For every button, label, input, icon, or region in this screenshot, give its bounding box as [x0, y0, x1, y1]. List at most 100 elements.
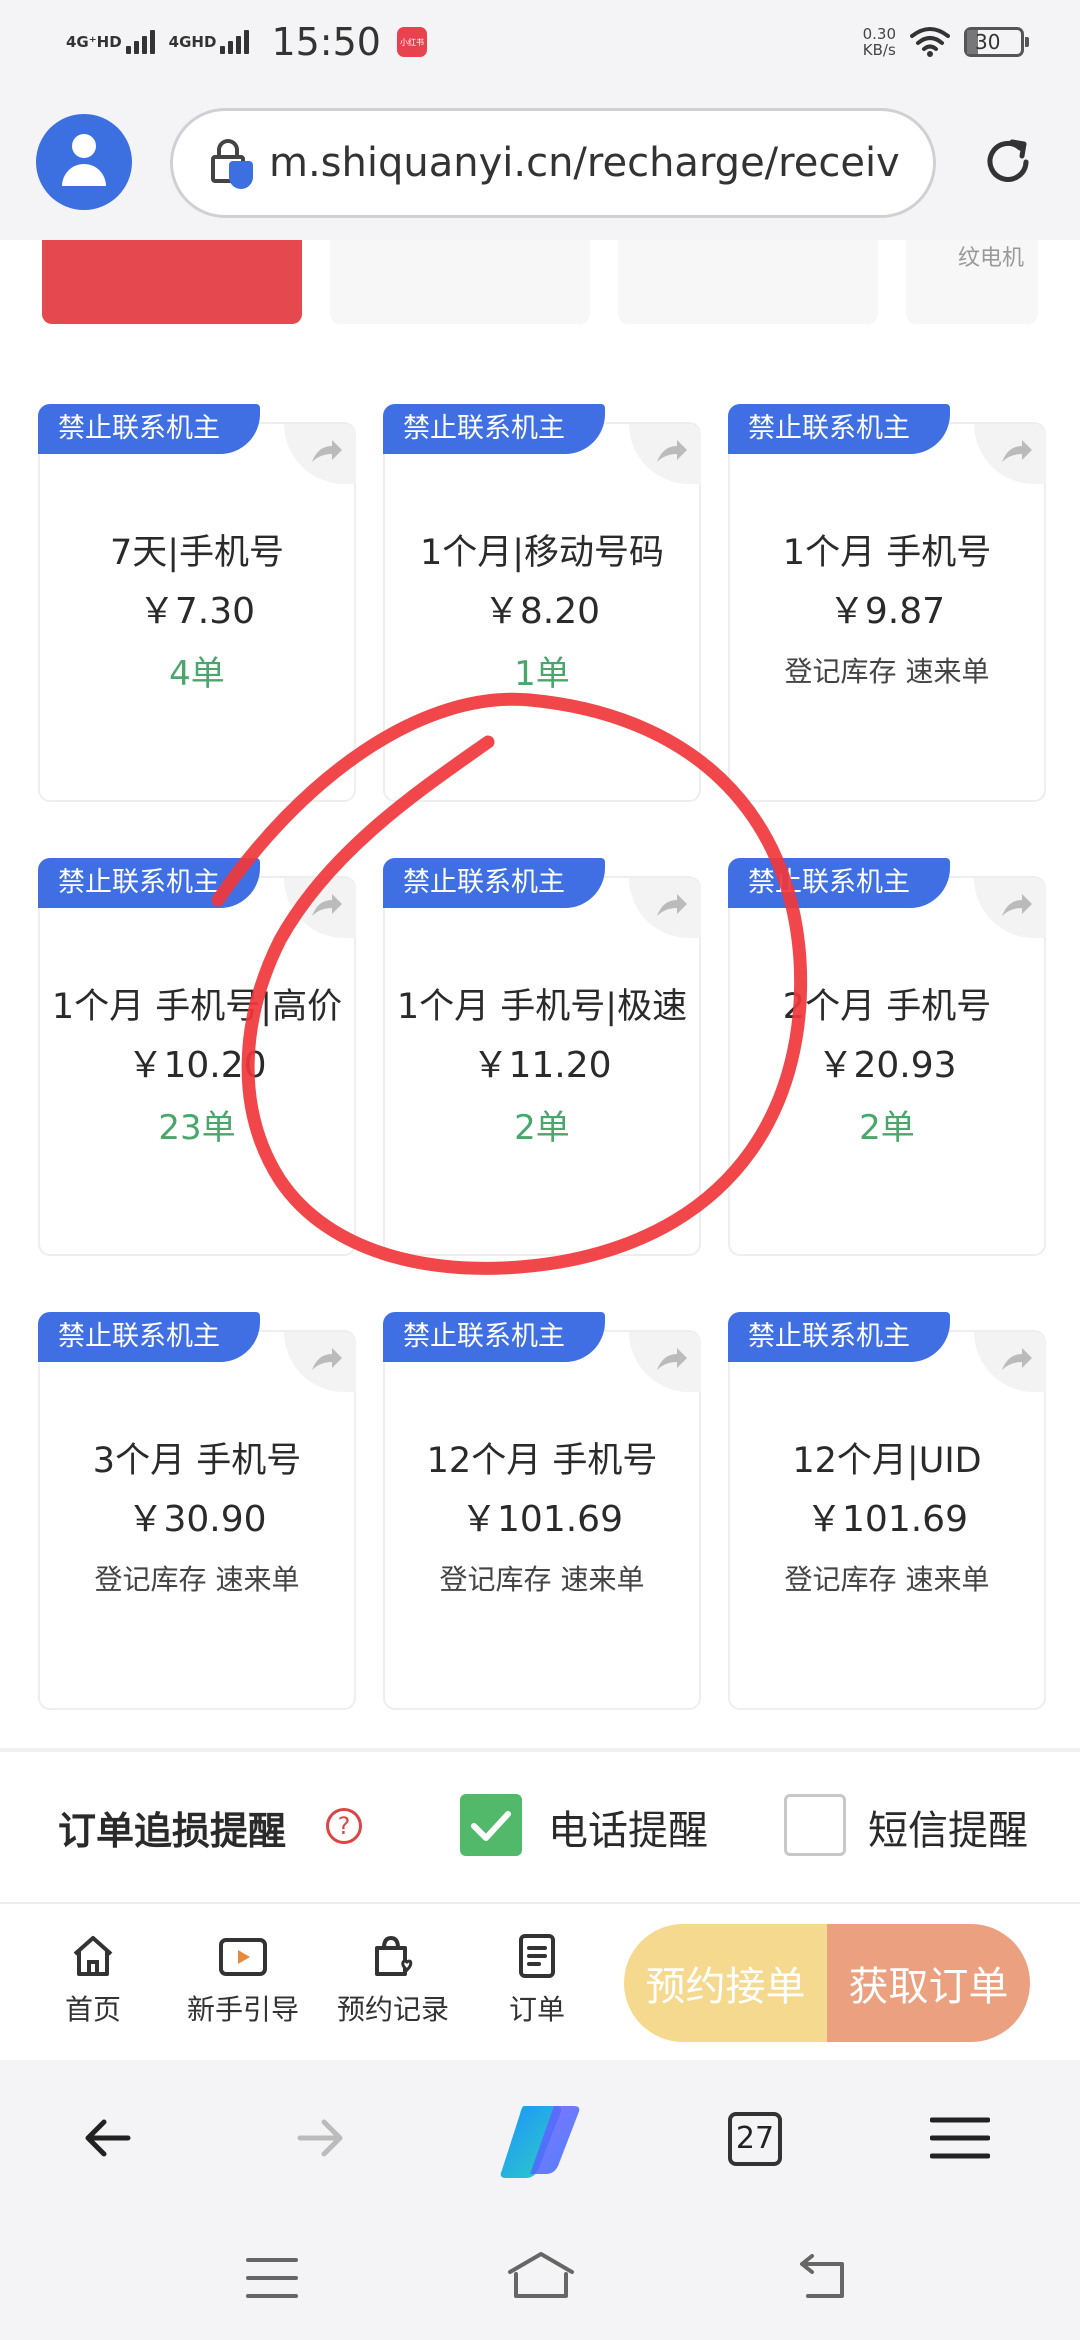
product-card[interactable]: 禁止联系机主 1个月|移动号码 ￥8.20 1单: [383, 404, 701, 802]
phone-reminder-checkbox[interactable]: [460, 1794, 522, 1856]
product-card[interactable]: 禁止联系机主 12个月|UID ￥101.69 登记库存 速来单: [728, 1312, 1046, 1710]
document-icon: [519, 1934, 555, 1978]
product-name: 1个月|移动号码: [419, 533, 665, 573]
no-contact-tag: 禁止联系机主: [383, 404, 605, 454]
share-icon[interactable]: [974, 1332, 1046, 1392]
product-name: 7天|手机号: [109, 533, 285, 573]
order-count: 4单: [169, 654, 225, 694]
get-order-button[interactable]: 获取订单: [827, 1924, 1030, 2042]
nav-orders-label: 订单: [508, 1993, 565, 2026]
product-price: ￥10.20: [127, 1045, 267, 1086]
share-icon[interactable]: [974, 424, 1046, 484]
product-price: ￥8.20: [483, 591, 601, 632]
signal-2: 4GHD: [169, 30, 250, 54]
no-contact-tag: 禁止联系机主: [383, 858, 605, 908]
sms-reminder-checkbox[interactable]: [784, 1794, 846, 1856]
share-icon[interactable]: [284, 424, 356, 484]
help-icon[interactable]: ?: [326, 1808, 362, 1844]
nav-orders[interactable]: 订单: [462, 1932, 612, 2028]
order-reminder-section: 订单追损提醒 ? 电话提醒 短信提醒: [0, 1752, 1080, 1902]
reserve-order-button[interactable]: 预约接单: [624, 1924, 827, 2042]
signal-bars-icon: [220, 30, 250, 54]
product-price: ￥9.87: [828, 591, 946, 632]
product-price: ￥11.20: [472, 1045, 612, 1086]
product-price: ￥101.69: [461, 1499, 623, 1540]
status-bar: 4G⁺HD 4GHD 15:50 小红书 0.30 KB/s 30: [0, 0, 1080, 84]
share-icon[interactable]: [629, 1332, 701, 1392]
network-type-1: 4G⁺HD: [66, 33, 122, 51]
product-price: ￥20.93: [817, 1045, 957, 1086]
order-count: 2单: [514, 1108, 570, 1148]
product-name: 1个月 手机号|极速: [396, 987, 688, 1027]
share-icon[interactable]: [284, 1332, 356, 1392]
url-text[interactable]: m.shiquanyi.cn/recharge/receiv: [269, 140, 900, 186]
order-count: 2单: [859, 1108, 915, 1148]
product-card[interactable]: 禁止联系机主 3个月 手机号 ￥30.90 登记库存 速来单: [38, 1312, 356, 1710]
share-icon[interactable]: [629, 878, 701, 938]
app-notification-icon: 小红书: [396, 27, 427, 57]
category-tab-active[interactable]: [42, 240, 302, 324]
product-name: 1个月 手机号: [782, 533, 992, 573]
nav-guide[interactable]: 新手引导: [168, 1932, 318, 2028]
product-card[interactable]: 禁止联系机主 7天|手机号 ￥7.30 4单: [38, 404, 356, 802]
category-tab[interactable]: [618, 240, 878, 324]
product-card[interactable]: 禁止联系机主 2个月 手机号 ￥20.93 2单: [728, 858, 1046, 1256]
recent-apps-icon[interactable]: [246, 2256, 298, 2300]
product-name: 2个月 手机号: [782, 987, 992, 1027]
share-icon[interactable]: [284, 878, 356, 938]
stock-note: 登记库存 速来单: [439, 1563, 645, 1596]
stock-note: 登记库存 速来单: [94, 1563, 300, 1596]
speed-unit: KB/s: [862, 41, 896, 59]
sms-reminder-label[interactable]: 短信提醒: [868, 1798, 1028, 1856]
product-card[interactable]: 禁止联系机主 1个月 手机号|高价 ￥10.20 23单: [38, 858, 356, 1256]
product-price: ￥101.69: [806, 1499, 968, 1540]
signal-bars-icon: [125, 30, 155, 54]
battery-level: 30: [975, 30, 1001, 54]
battery-icon: 30: [964, 27, 1029, 57]
browser-toolbar: 27: [0, 2060, 1080, 2220]
product-card[interactable]: 禁止联系机主 12个月 手机号 ￥101.69 登记库存 速来单: [383, 1312, 701, 1710]
phone-reminder-label[interactable]: 电话提醒: [548, 1798, 708, 1856]
share-icon[interactable]: [974, 878, 1046, 938]
video-icon: [219, 1938, 267, 1976]
url-input[interactable]: m.shiquanyi.cn/recharge/receiv: [170, 108, 936, 218]
stock-note: 登记库存 速来单: [784, 1563, 990, 1596]
system-back-icon[interactable]: [796, 2254, 848, 2300]
system-navigation-bar: [0, 2220, 1080, 2340]
lock-shield-icon[interactable]: [209, 137, 253, 189]
status-right: 0.30 KB/s 30: [862, 25, 1029, 59]
network-type-2: 4GHD: [168, 33, 217, 51]
reminder-title: 订单追损提醒: [58, 1809, 287, 1853]
profile-avatar[interactable]: [36, 114, 132, 210]
nav-home[interactable]: 首页: [18, 1932, 168, 2028]
no-contact-tag: 禁止联系机主: [383, 1312, 605, 1362]
menu-icon[interactable]: [930, 2110, 990, 2166]
shopping-bag-icon: [375, 1935, 413, 1976]
order-count: 23单: [158, 1108, 236, 1148]
order-count: 1单: [514, 654, 570, 694]
no-contact-tag: 禁止联系机主: [728, 1312, 950, 1362]
home-icon: [73, 1936, 113, 1976]
nav-records[interactable]: 预约记录: [318, 1932, 468, 2028]
wifi-icon: [910, 27, 950, 57]
share-icon[interactable]: [629, 424, 701, 484]
reload-icon[interactable]: [980, 134, 1036, 190]
back-arrow-icon[interactable]: [80, 2110, 136, 2166]
copilot-icon[interactable]: [494, 2100, 586, 2180]
checkmark-icon: [471, 1811, 511, 1841]
product-name: 12个月|UID: [792, 1441, 982, 1481]
nav-home-label: 首页: [64, 1993, 121, 2026]
product-name: 3个月 手机号: [92, 1441, 302, 1481]
no-contact-tag: 禁止联系机主: [38, 404, 260, 454]
product-card[interactable]: 禁止联系机主 1个月 手机号 ￥9.87 登记库存 速来单: [728, 404, 1046, 802]
stock-note: 登记库存 速来单: [784, 655, 990, 688]
speed-value: 0.30: [862, 25, 896, 43]
product-card[interactable]: 禁止联系机主 1个月 手机号|极速 ￥11.20 2单: [383, 858, 701, 1256]
category-tab[interactable]: [330, 240, 590, 324]
category-partial-label: 纹电机: [958, 246, 1025, 271]
tab-switcher[interactable]: 27: [728, 2112, 782, 2166]
signal-1: 4G⁺HD: [66, 30, 155, 54]
home-button-icon[interactable]: [506, 2250, 576, 2300]
app-bottom-nav: 首页 新手引导 预约记录 订单 预约接单 获取订单: [0, 1902, 1080, 2060]
forward-arrow-icon[interactable]: [292, 2110, 348, 2166]
